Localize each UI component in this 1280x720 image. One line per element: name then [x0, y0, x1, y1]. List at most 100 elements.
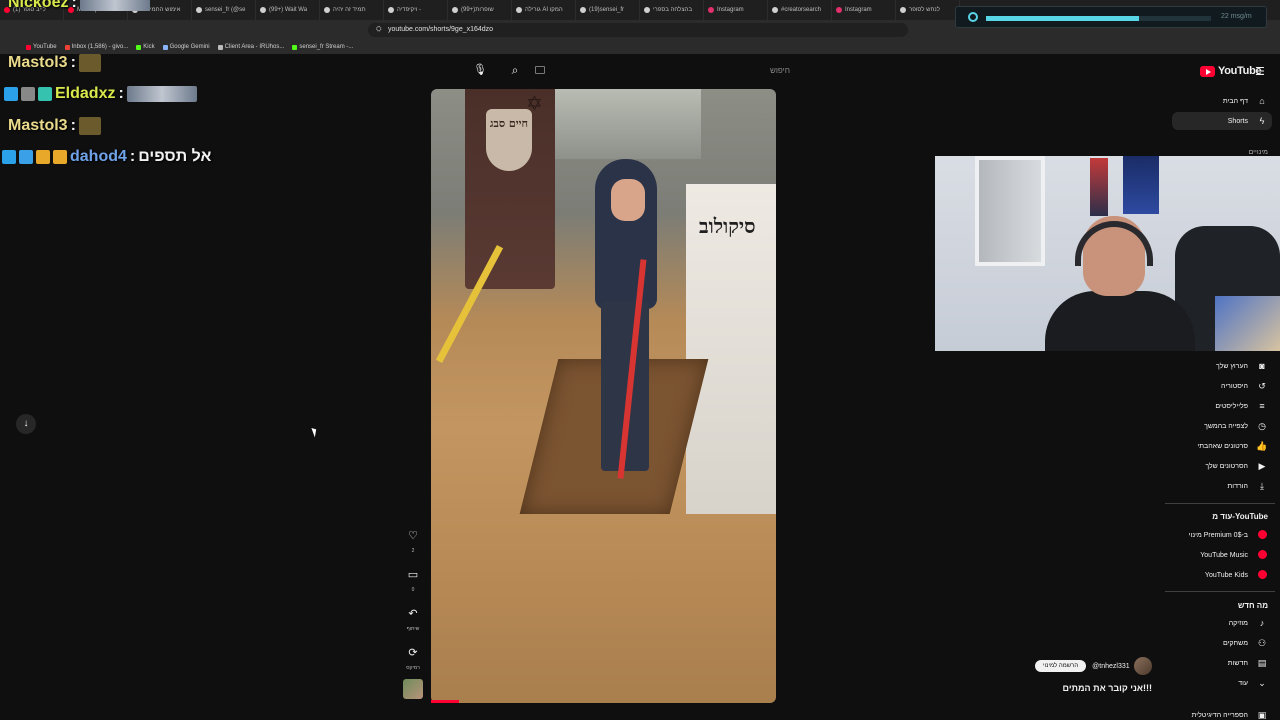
url-field[interactable]: ⛭ youtube.com/shorts/9ge_x164dzo — [368, 23, 908, 37]
voice-search-icon[interactable]: 🎙 — [472, 63, 488, 79]
channel-avatar[interactable] — [1134, 657, 1152, 675]
next-short-button[interactable]: ↓ — [16, 414, 36, 434]
sidebar-item-top-1[interactable]: Shorts ϟ — [1228, 116, 1268, 126]
search-icon[interactable]: ⌕ — [506, 63, 524, 79]
share-button[interactable]: ↶ שיתוף — [403, 604, 423, 632]
keyboard-icon[interactable] — [535, 66, 545, 74]
browser-tab[interactable]: בהצלחה בספרי — [640, 0, 704, 20]
chat-badge-icon — [53, 150, 67, 164]
bookmark-item[interactable]: Client Area - IRUhos... — [217, 44, 284, 50]
like-icon: ♡ — [408, 530, 418, 542]
browser-tab[interactable]: (99+) Wait Wa — [256, 0, 320, 20]
tab-favicon-icon — [644, 7, 650, 13]
tab-label: לנחש לסופר — [909, 7, 940, 13]
sidebar-item-you-0[interactable]: הערוץ שלך ◙ — [1216, 361, 1268, 371]
sidebar-item-you-1[interactable]: היסטוריה ↺ — [1221, 381, 1268, 392]
sidebar-item-explore-1[interactable]: משחקים ⚇ — [1223, 638, 1268, 649]
bookmark-item[interactable]: Kick — [136, 44, 155, 50]
subscribe-button[interactable]: הרשמה למינוי — [1035, 660, 1087, 672]
hamburger-menu-icon[interactable]: ☰ — [1255, 65, 1265, 78]
sidebar-item-label: משחקים — [1222, 640, 1248, 647]
browser-tab[interactable]: (19)sensei_fr — [576, 0, 640, 20]
tab-label: (99+)שופרות — [461, 7, 494, 13]
sidebar-item-icon: ⌂ — [1259, 96, 1265, 106]
bookmark-item[interactable]: Google Gemini — [162, 44, 210, 50]
bookmark-item[interactable]: sensei_fr Stream -... — [292, 44, 353, 50]
video-title[interactable]: אני קובר את המתים!!! — [1040, 683, 1152, 693]
media-progress-bar — [986, 16, 1211, 21]
sidebar-item-label: פלייליסטים — [1215, 402, 1248, 410]
video-progress-bar[interactable] — [431, 700, 459, 703]
chat-badge-icon — [38, 87, 52, 101]
sidebar-item-icon: ◙ — [1259, 361, 1265, 371]
browser-tab[interactable]: תמיד זה יהיה — [320, 0, 384, 20]
chat-message: Eldadxz: — [4, 85, 197, 103]
webcam-poster — [1123, 156, 1159, 214]
sidebar-item-library[interactable]: הספרייה הדיגיטלית ▣ — [1192, 710, 1268, 720]
sidebar-item-label: עוד — [1238, 680, 1248, 687]
browser-tab[interactable]: Instagram — [832, 0, 896, 20]
sidebar-item-you-2[interactable]: פלייליסטים ≡ — [1215, 401, 1268, 411]
comment-icon: ▭ — [407, 569, 419, 581]
media-tag: 22 msg/m — [1221, 13, 1252, 20]
sidebar-item-more-1[interactable]: YouTube Music — [1200, 550, 1268, 561]
bookmark-item[interactable]: Inbox (1,586) - givo... — [64, 44, 128, 50]
browser-tab[interactable]: לנחש לסופר — [896, 0, 960, 20]
sidebar-subscriptions-heading[interactable]: מינויים — [1249, 149, 1268, 156]
sidebar-item-label: הורדות — [1227, 483, 1248, 490]
sidebar-item-explore-0[interactable]: מוזיקה ♪ — [1229, 618, 1268, 628]
remix-button[interactable]: ⟳ רמיקס — [403, 643, 423, 671]
youtube-app-icon — [1257, 550, 1267, 559]
chat-username: Eldadxz — [55, 85, 116, 102]
sidebar-item-top-0[interactable]: דף הבית ⌂ — [1223, 96, 1268, 106]
tab-favicon-icon — [452, 7, 458, 13]
sidebar-item-you-3[interactable]: לצפייה בהמשך ◷ — [1204, 421, 1268, 432]
browser-tab[interactable]: (99+)שופרות — [448, 0, 512, 20]
chat-username: Nickoez — [8, 0, 69, 11]
webcam-window — [975, 156, 1045, 266]
comment-label: 0 — [411, 587, 415, 593]
browser-tab[interactable]: ויקיפדיה - — [384, 0, 448, 20]
sidebar-item-you-6[interactable]: הורדות ⤓ — [1227, 481, 1268, 492]
comment-button[interactable]: ▭ 0 — [403, 565, 423, 593]
browser-tab[interactable]: Instagram — [704, 0, 768, 20]
sidebar-item-you-5[interactable]: הסרטונים שלך ▶ — [1205, 461, 1268, 472]
bookmark-favicon-icon — [217, 44, 223, 50]
sidebar-more-heading: עוד מ-YouTube — [1212, 512, 1268, 521]
youtube-logo[interactable]: YouTube — [1200, 65, 1262, 77]
sidebar-item-explore-2[interactable]: חדשות ▤ — [1228, 658, 1268, 669]
site-info-icon[interactable]: ⛭ — [376, 26, 382, 34]
sidebar-item-you-4[interactable]: סרטונים שאהבתי 👍 — [1197, 441, 1268, 452]
browser-tab[interactable]: #creatorsearch — [768, 0, 832, 20]
shorts-video-player[interactable]: ✡ חיים סבג סיקולוב — [431, 89, 776, 703]
sidebar-item-icon: 👍 — [1256, 441, 1268, 451]
sidebar-divider — [1165, 503, 1275, 504]
bookmark-favicon-icon — [162, 44, 168, 50]
tab-label: (99+) Wait Wa — [269, 7, 308, 13]
bookmark-item[interactable]: YouTube — [26, 44, 57, 50]
like-button[interactable]: ♡ 2 — [403, 526, 423, 554]
browser-tab[interactable]: sensei_fr (@se — [192, 0, 256, 20]
chat-message: Mastol3: — [8, 54, 101, 72]
sidebar-item-label: דף הבית — [1222, 97, 1248, 105]
chat-emote — [126, 86, 197, 102]
sidebar-item-label: YouTube Kids — [1204, 572, 1248, 579]
chat-badge-icon — [4, 87, 18, 101]
sidebar-item-more-2[interactable]: YouTube Kids — [1205, 570, 1268, 581]
share-icon: ↶ — [408, 608, 418, 620]
sound-avatar[interactable] — [403, 679, 423, 699]
search-input[interactable]: חיפוש — [530, 62, 800, 80]
sidebar-item-label: Shorts — [1227, 117, 1248, 125]
sidebar-item-more-0[interactable]: מינוי Premium ב-0$ — [1189, 530, 1268, 541]
sidebar-item-icon — [1256, 550, 1268, 561]
sidebar-item-explore-3[interactable]: עוד ⌄ — [1238, 678, 1268, 689]
channel-handle[interactable]: @tnhezl331 — [1092, 663, 1129, 670]
browser-tab[interactable]: גורילה AI המקו — [512, 0, 576, 20]
sidebar-item-icon: ⌄ — [1258, 678, 1266, 688]
chat-message: dahod4: אל תספים — [2, 148, 211, 166]
chat-separator: : — [129, 148, 136, 165]
tab-label: ויקיפדיה - — [397, 7, 421, 13]
sidebar-item-icon: ≡ — [1259, 401, 1265, 411]
chat-message: Mastol3: — [8, 117, 101, 135]
chat-emote — [79, 0, 150, 11]
